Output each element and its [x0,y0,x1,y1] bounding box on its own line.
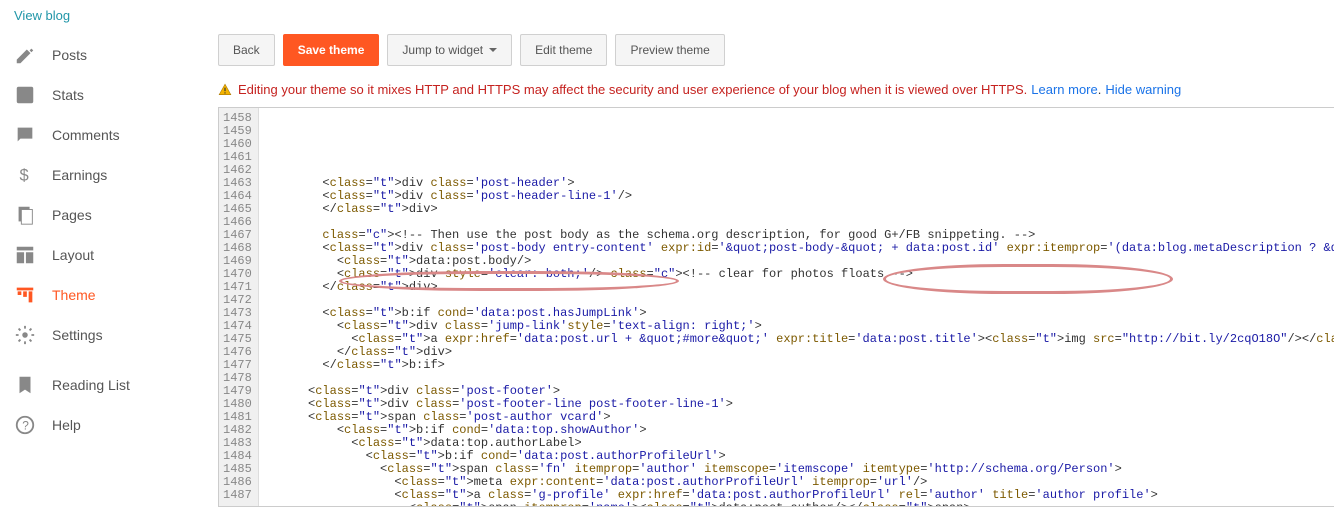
https-warning: Editing your theme so it mixes HTTP and … [218,76,1334,107]
sidebar-item-layout[interactable]: Layout [0,235,218,275]
preview-theme-button[interactable]: Preview theme [615,34,724,66]
code-line[interactable]: </class="t">div> [265,203,1334,216]
code-line[interactable]: </class="t">b:if> [265,359,1334,372]
sidebar-item-theme[interactable]: Theme [0,275,218,315]
back-button[interactable]: Back [218,34,275,66]
reading-icon [14,374,36,396]
code-line[interactable]: </class="t">div> [265,281,1334,294]
comments-icon [14,124,36,146]
code-editor[interactable]: Search: X 145814591460146114621463146414… [218,107,1334,507]
stats-icon [14,84,36,106]
chevron-down-icon [489,48,497,52]
line-gutter: 1458145914601461146214631464146514661467… [219,108,259,506]
sidebar-item-posts[interactable]: Posts [0,35,218,75]
posts-icon [14,44,36,66]
sidebar-item-pages[interactable]: Pages [0,195,218,235]
sidebar-item-label: Stats [52,87,84,103]
toolbar: Back Save theme Jump to widget Edit them… [218,0,1334,76]
help-icon: ? [14,414,36,436]
hide-warning-link[interactable]: Hide warning [1105,82,1181,97]
sidebar-item-label: Layout [52,247,94,263]
sidebar-item-label: Pages [52,207,92,223]
warning-icon [218,83,232,97]
sidebar-item-help[interactable]: ? Help [0,405,218,445]
settings-icon [14,324,36,346]
svg-text:$: $ [20,167,29,185]
code-line[interactable]: <class="t">span itemprop='name'><class="… [265,502,1334,506]
sidebar-item-label: Theme [52,287,96,303]
sidebar-item-reading-list[interactable]: Reading List [0,365,218,405]
sidebar-item-settings[interactable]: Settings [0,315,218,355]
svg-text:?: ? [22,419,29,433]
jump-to-widget-button[interactable]: Jump to widget [387,34,512,66]
sidebar-item-earnings[interactable]: $ Earnings [0,155,218,195]
main-area: Back Save theme Jump to widget Edit them… [218,0,1334,524]
sidebar-item-label: Help [52,417,81,433]
sidebar-item-label: Comments [52,127,120,143]
edit-theme-button[interactable]: Edit theme [520,34,607,66]
sidebar-item-label: Earnings [52,167,107,183]
sidebar: View blog Posts Stats Comments $ Earnings Pag… [0,0,218,524]
sidebar-item-label: Settings [52,327,103,343]
code-content[interactable]: <class="t">div class='post-header'> <cla… [259,108,1334,506]
sidebar-item-label: Reading List [52,377,130,393]
theme-icon [14,284,36,306]
line-number: 1487 [223,489,252,502]
sidebar-item-comments[interactable]: Comments [0,115,218,155]
warning-text: Editing your theme so it mixes HTTP and … [238,82,1027,97]
earnings-icon: $ [14,164,36,186]
learn-more-link[interactable]: Learn more [1031,82,1097,97]
pages-icon [14,204,36,226]
view-blog-link[interactable]: View blog [0,4,218,35]
sidebar-item-stats[interactable]: Stats [0,75,218,115]
layout-icon [14,244,36,266]
save-theme-button[interactable]: Save theme [283,34,380,66]
sidebar-item-label: Posts [52,47,87,63]
